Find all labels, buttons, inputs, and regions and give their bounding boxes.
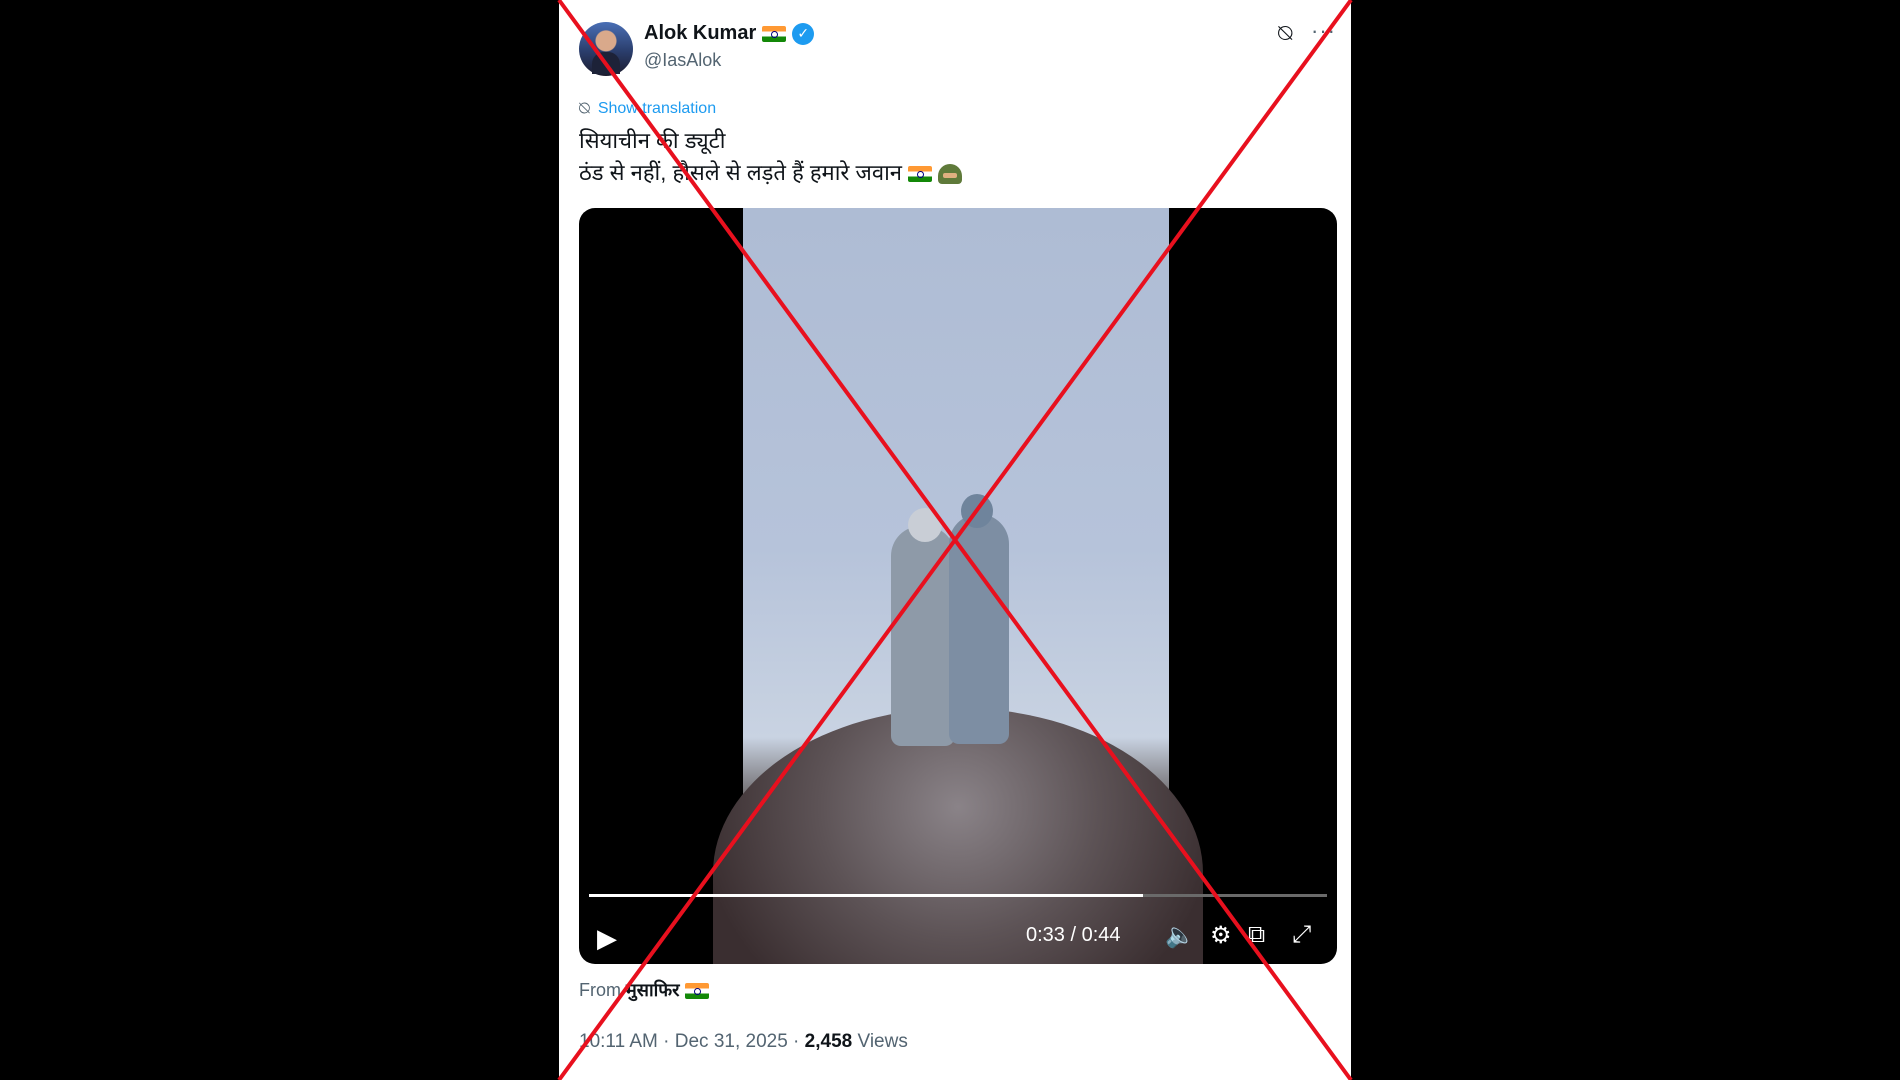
- grok-icon[interactable]: ⍉: [1278, 20, 1292, 48]
- dock-icon[interactable]: ⧉: [1248, 921, 1265, 949]
- author-name[interactable]: Alok Kumar: [644, 22, 756, 45]
- tweet-meta: 10:11 AM · Dec 31, 2025 · 2,458 Views: [579, 1031, 908, 1053]
- tweet-text: सियाचीन की ड्यूटी ठंड से नहीं, हौसले से …: [579, 125, 963, 189]
- tweet-timestamp[interactable]: 10:11 AM · Dec 31, 2025 ·: [579, 1031, 805, 1052]
- video-player[interactable]: ▶ 0:33 / 0:44 🔈 ⚙ ⧉ ⤢: [579, 208, 1337, 964]
- settings-icon[interactable]: ⚙: [1210, 921, 1232, 950]
- mountain-summit: [713, 708, 1203, 964]
- video-frame: [713, 208, 1203, 964]
- author-avatar[interactable]: [579, 22, 633, 76]
- soldier-head: [908, 508, 942, 542]
- author-handle[interactable]: @IasAlok: [644, 50, 721, 71]
- show-translation-label: Show translation: [597, 99, 717, 117]
- india-flag-icon: [684, 983, 709, 1000]
- more-icon[interactable]: ···: [1311, 18, 1336, 44]
- video-time: 0:33 / 0:44: [1026, 924, 1121, 946]
- tweet-line-1: सियाचीन की ड्यूटी: [579, 128, 726, 153]
- soldier-figure: [891, 526, 955, 746]
- tweet-line-2: ठंड से नहीं, हौसले से लड़ते हैं हमारे जव…: [579, 160, 902, 185]
- soldier-head: [961, 494, 993, 528]
- views-count: 2,458: [804, 1031, 853, 1052]
- views-label: Views: [852, 1031, 908, 1052]
- grok-icon: ⍉: [579, 98, 590, 118]
- show-translation-link[interactable]: ⍉ Show translation: [579, 98, 716, 119]
- verified-badge-icon: ✓: [792, 22, 815, 45]
- tweet-line-2-row: ठंड से नहीं, हौसले से लड़ते हैं हमारे जव…: [579, 157, 963, 189]
- video-progress-fill: [589, 894, 1143, 897]
- author-name-row: Alok Kumar ✓: [644, 22, 815, 45]
- india-flag-icon: [762, 25, 787, 42]
- soldier-figure: [949, 514, 1009, 744]
- source-prefix: From: [579, 980, 621, 1000]
- india-flag-icon: [908, 166, 933, 183]
- military-helmet-icon: [938, 164, 963, 185]
- video-progress-bar[interactable]: [589, 894, 1327, 897]
- fullscreen-icon[interactable]: ⤢: [1292, 921, 1311, 949]
- volume-icon[interactable]: 🔈: [1165, 921, 1195, 950]
- source-attribution: From मुसाफिर: [579, 978, 709, 1002]
- source-name[interactable]: मुसाफिर: [626, 980, 680, 1000]
- play-icon[interactable]: ▶: [597, 923, 617, 954]
- tweet-card: Alok Kumar ✓ @IasAlok ⍉ ··· ⍉ Show trans…: [559, 0, 1351, 1080]
